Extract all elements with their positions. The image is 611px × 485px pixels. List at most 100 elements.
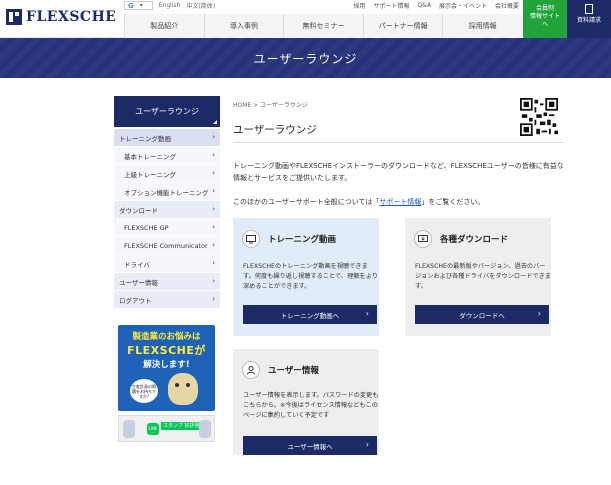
sidebar-item-basic-training[interactable]: 基本トレーニング ›: [114, 147, 220, 165]
chevron-right-icon: ›: [212, 241, 215, 249]
sidebar: ユーザーラウンジ トレーニング動画 › 基本トレーニング › 上級トレーニング …: [114, 96, 220, 309]
util-link-company[interactable]: 会社概要: [495, 1, 519, 10]
line-stamp-banner[interactable]: LINE スタンプ 好評発売中: [118, 415, 215, 442]
user-icon: [242, 361, 260, 379]
support-note-prefix: このほかのユーザーサポート全般については「: [233, 198, 380, 206]
flexsche-logo[interactable]: FLEXSCHE: [6, 9, 116, 25]
chevron-right-icon: ›: [212, 133, 215, 141]
monitor-icon: [242, 230, 260, 248]
google-icon: G: [128, 1, 134, 10]
sidebar-item-advanced-training[interactable]: 上級トレーニング ›: [114, 165, 220, 183]
chevron-right-icon: ›: [212, 151, 215, 159]
chevron-right-icon: ›: [212, 277, 215, 285]
promo-line2: FLEXSCHEが: [127, 344, 206, 357]
card-description: FLEXSCHEの最新版やバージョン、過去のバージョンおよび各種ドライバをダウン…: [415, 263, 551, 290]
chevron-right-icon: ›: [365, 440, 369, 449]
chevron-right-icon: ›: [212, 295, 215, 303]
sidebar-item-label: ユーザー情報: [119, 278, 158, 287]
card-title: 各種ダウンロード: [440, 235, 509, 245]
nav-seminars[interactable]: 無料セミナー: [283, 14, 363, 38]
page-title: ユーザーラウンジ: [233, 124, 317, 136]
sidebar-item-label: 基本トレーニング: [124, 152, 176, 161]
sidebar-item-option-training[interactable]: オプション機能トレーニング ›: [114, 183, 220, 201]
support-info-link[interactable]: サポート情報: [379, 198, 421, 206]
member-site-button[interactable]: 会員制 情報サイト へ: [523, 0, 567, 38]
button-label: ユーザー情報へ: [287, 442, 333, 451]
card-downloads: 各種ダウンロード FLEXSCHEの最新版やバージョン、過去のバージョンおよび各…: [405, 218, 551, 336]
sidebar-heading[interactable]: ユーザーラウンジ: [114, 96, 220, 127]
sidebar-item-label: トレーニング動画: [119, 134, 171, 143]
sidebar-item-label: FLEXSCHE Communicator: [124, 241, 208, 250]
line-logo-icon: LINE: [147, 423, 159, 435]
downloads-button[interactable]: ダウンロードへ ›: [415, 305, 549, 324]
mascot-right-icon: [199, 420, 211, 438]
user-info-button[interactable]: ユーザー情報へ ›: [243, 436, 377, 455]
logo-mark-icon: [6, 9, 22, 25]
speech-bubble-text: 生産計画の問題をお持ちですか?: [132, 384, 156, 399]
promo-banner[interactable]: 製造業のお悩みは FLEXSCHEが 解決します! 生産計画の問題をお持ちですか…: [118, 325, 215, 411]
sidebar-item-label: ログアウト: [119, 296, 152, 305]
nav-partners[interactable]: パートナー情報: [362, 14, 443, 38]
card-description: ユーザー情報を表示します。パスワードの変更もこちらから。※今後はライセンス情報な…: [243, 392, 379, 419]
util-link-support[interactable]: サポート情報: [373, 1, 409, 10]
sidebar-item-logout[interactable]: ログアウト ›: [114, 291, 220, 309]
site-header: FLEXSCHE G ▾ English 中文(简体) 採用 サポート情報 Q&…: [0, 0, 611, 38]
card-title: トレーニング動画: [268, 235, 337, 245]
card-training-videos: トレーニング動画 FLEXSCHEのトレーニング動画を視聴できます。何度も繰り返…: [233, 218, 379, 336]
training-videos-button[interactable]: トレーニング動画へ ›: [243, 305, 377, 324]
breadcrumb[interactable]: HOME > ユーザーラウンジ: [233, 100, 308, 109]
chevron-right-icon: ›: [212, 205, 215, 213]
mascot-left-icon: [123, 420, 135, 438]
sidebar-item-label: 上級トレーニング: [124, 170, 176, 179]
logo-text: FLEXSCHE: [26, 9, 117, 25]
member-site-line1: 会員制: [535, 5, 554, 12]
sidebar-item-label: FLEXSCHE GP: [124, 223, 169, 232]
sidebar-item-drivers[interactable]: ドライバ ›: [114, 255, 220, 273]
sidebar-item-label: ダウンロード: [119, 206, 158, 215]
util-link-events[interactable]: 展示会・イベント: [439, 1, 487, 10]
intro-text: トレーニング動画やFLEXSCHEインストーラーのダウンロードなど、FLEXSC…: [233, 162, 564, 182]
util-link-qa[interactable]: Q&A: [417, 2, 431, 9]
sidebar-item-download[interactable]: ダウンロード ›: [114, 201, 220, 219]
button-label: トレーニング動画へ: [280, 311, 340, 320]
card-description: FLEXSCHEのトレーニング動画を視聴できます。何度も繰り返し視聴することで、…: [243, 263, 378, 290]
button-label: ダウンロードへ: [459, 311, 505, 320]
page-banner: ユーザーラウンジ: [0, 38, 611, 78]
language-selector: G ▾ English 中文(简体): [124, 0, 221, 11]
lang-chinese[interactable]: 中文(简体): [186, 1, 215, 10]
card-user-info: ユーザー情報 ユーザー情報を表示します。パスワードの変更もこちらから。※今後はラ…: [233, 349, 379, 455]
sidebar-item-training-videos[interactable]: トレーニング動画 ›: [114, 129, 220, 147]
chevron-right-icon: ›: [537, 309, 541, 318]
support-note: このほかのユーザーサポート全般については「サポート情報」をご覧ください。: [233, 196, 568, 208]
chevron-right-icon: ›: [365, 309, 369, 318]
util-link-recruit[interactable]: 採用: [353, 1, 365, 10]
lang-japanese: ▾: [139, 2, 143, 9]
nav-products[interactable]: 製品紹介: [124, 14, 204, 38]
chevron-right-icon: ›: [212, 169, 215, 177]
document-icon: [585, 4, 593, 14]
chevron-right-icon: ›: [212, 223, 215, 231]
nav-recruit[interactable]: 採用情報: [442, 14, 522, 38]
speech-bubble: 生産計画の問題をお持ちですか?: [130, 379, 158, 403]
promo-line3: 解決します!: [143, 360, 190, 370]
utility-links: 採用 サポート情報 Q&A 展示会・イベント 会社概要: [345, 0, 519, 11]
chevron-right-icon: ›: [212, 187, 215, 195]
document-request-label: 資料請求: [576, 17, 601, 24]
card-title: ユーザー情報: [268, 366, 319, 376]
nav-case-studies[interactable]: 導入事例: [203, 14, 284, 38]
sidebar-item-user-info[interactable]: ユーザー情報 ›: [114, 273, 220, 291]
lang-english[interactable]: English: [159, 2, 181, 9]
sidebar-item-label: オプション機能トレーニング: [124, 188, 209, 197]
chevron-right-icon: ›: [212, 259, 215, 267]
download-icon: [414, 230, 432, 248]
sidebar-item-flexsche-communicator[interactable]: FLEXSCHE Communicator ›: [114, 237, 220, 255]
member-site-line2: 情報サイト: [529, 13, 560, 20]
global-nav: 製品紹介 導入事例 無料セミナー パートナー情報 採用情報: [124, 14, 522, 38]
mascot-illustration: [168, 373, 198, 405]
google-translate[interactable]: G ▾: [124, 1, 153, 10]
sidebar-item-label: ドライバ: [124, 260, 150, 269]
document-request-button[interactable]: 資料請求: [567, 0, 611, 38]
support-note-suffix: 」をご覧ください。: [421, 198, 485, 206]
sidebar-item-flexsche-gp[interactable]: FLEXSCHE GP ›: [114, 219, 220, 237]
member-site-line3: へ: [541, 21, 548, 28]
